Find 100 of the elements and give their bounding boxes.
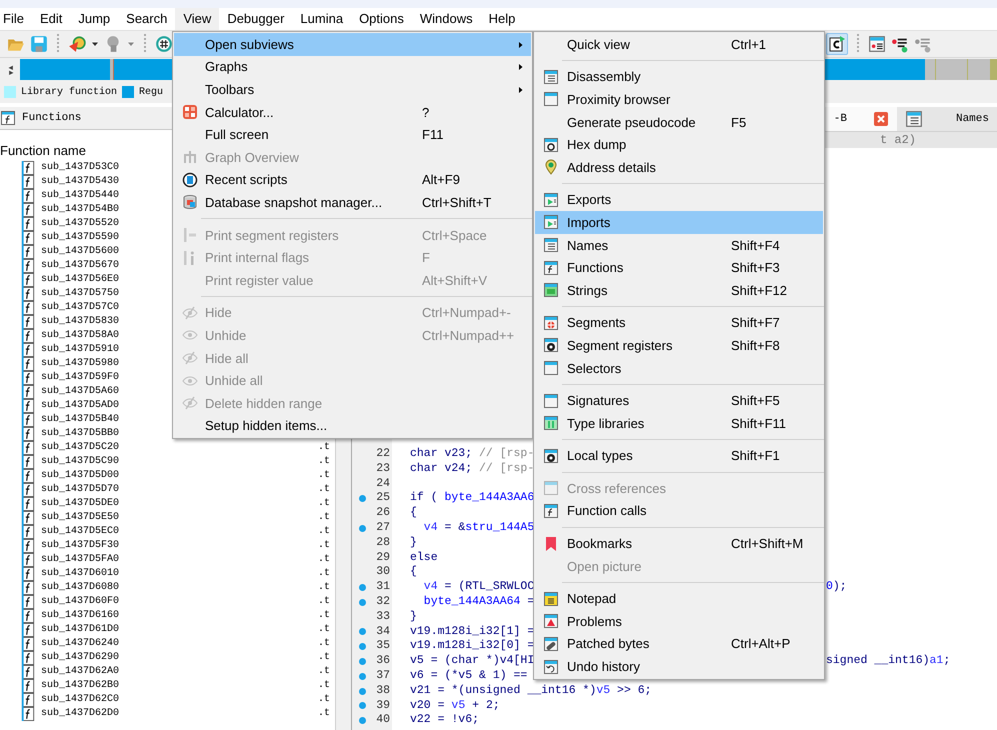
function-name[interactable]: sub_1437D60F0 [41, 595, 318, 609]
segment-cell: .t [318, 637, 330, 651]
function-name[interactable]: sub_1437D62C0 [41, 693, 318, 707]
menu-item[interactable]: Open subviews [174, 33, 531, 56]
shortcut-text: Shift+F5 [731, 393, 780, 408]
function-name[interactable]: sub_1437D62B0 [41, 679, 318, 693]
menu-item[interactable]: Patched bytes Ctrl+Alt+P [535, 632, 823, 656]
function-name[interactable]: sub_1437D5F30 [41, 539, 318, 553]
menu-bar-item[interactable]: File [0, 8, 32, 30]
code-line: else [410, 550, 438, 566]
menu-item[interactable]: Database snapshot manager... Ctrl+Shift+T [174, 191, 531, 214]
function-name[interactable]: sub_1437D5C90 [41, 455, 318, 469]
menu-item[interactable]: Selectors [535, 356, 823, 380]
menu-item[interactable]: Names Shift+F4 [535, 234, 823, 256]
target-arrow-icon[interactable] [68, 35, 86, 53]
code-header-text: t a2) [880, 133, 916, 147]
window-icon [543, 282, 559, 298]
function-name[interactable]: sub_1437D5E50 [41, 511, 318, 525]
menu-item[interactable]: Signatures Shift+F5 [535, 389, 823, 412]
menu-item[interactable]: Notepad [535, 587, 823, 610]
undo-icon [543, 658, 559, 675]
function-icon [20, 665, 36, 679]
menu-bar-item[interactable]: Search [118, 8, 176, 30]
menu-item[interactable]: Function calls [535, 500, 823, 522]
function-name[interactable]: sub_1437D62A0 [41, 665, 318, 679]
menu-bar-item[interactable]: Options [351, 8, 412, 30]
function-name[interactable]: sub_1437D5D00 [41, 469, 318, 483]
menu-bar-item[interactable]: Help [480, 8, 524, 30]
menu-item[interactable]: Segment registers Shift+F8 [535, 334, 823, 357]
menu-item[interactable]: Recent scripts Alt+F9 [174, 168, 531, 192]
window-icon [543, 91, 559, 108]
function-icon [20, 693, 36, 707]
save-icon[interactable] [30, 35, 48, 53]
menu-bar-item[interactable]: View [175, 8, 220, 30]
menu-item[interactable]: Undo history [535, 655, 823, 678]
shortcut-text: Shift+F8 [731, 338, 780, 353]
function-icon [20, 315, 36, 329]
menu-item[interactable]: Toolbars [174, 78, 531, 101]
menu-item[interactable]: Imports [535, 211, 823, 234]
shortcut-text: Shift+F1 [731, 448, 780, 464]
menu-item[interactable]: Setup hidden items... [174, 414, 531, 438]
menu-item[interactable]: Proximity browser [535, 88, 823, 111]
code-line: char v24; // [rsp- [410, 462, 534, 477]
menu-bar-item[interactable]: Windows [412, 8, 481, 30]
line-number: 29 [375, 550, 390, 566]
menu-item[interactable]: Strings Shift+F12 [535, 278, 823, 302]
function-name[interactable]: sub_1437D5C20 [41, 441, 318, 455]
panel-title: Functions [22, 112, 82, 124]
segment-cell: .t [318, 525, 330, 539]
menu-item[interactable]: Bookmarks Ctrl+Shift+M [535, 532, 823, 555]
line-number: 22 [375, 447, 390, 462]
code-line: if ( byte_144A3AA6 [410, 491, 534, 506]
shortcut-text: Shift+F3 [731, 260, 780, 276]
menu-bar-item[interactable]: Jump [70, 8, 118, 30]
menu-item[interactable]: Quick view Ctrl+1 [535, 33, 823, 56]
window-icon [543, 214, 559, 230]
function-name[interactable]: sub_1437D6010 [41, 567, 318, 581]
menu-item[interactable]: Graphs [174, 56, 531, 78]
menu-item[interactable]: Problems [535, 610, 823, 633]
menu-item[interactable]: Segments Shift+F7 [535, 312, 823, 334]
menu-item[interactable]: Calculator... ? [174, 100, 531, 124]
function-icon [20, 483, 36, 497]
menu-item[interactable]: Hex dump [535, 133, 823, 156]
bandage-icon [543, 636, 559, 652]
line-number: 33 [375, 610, 390, 625]
menu-item[interactable]: Disassembly [535, 66, 823, 88]
warning-icon [543, 613, 559, 630]
function-name[interactable]: sub_1437D5DE0 [41, 497, 318, 511]
tab[interactable]: Names [897, 107, 997, 131]
grid-circle-icon[interactable] [155, 35, 173, 53]
function-name[interactable]: sub_1437D6290 [41, 651, 318, 665]
function-name[interactable]: sub_1437D6080 [41, 581, 318, 595]
legend-label: Regu [139, 86, 164, 98]
menu-bar-item[interactable]: Debugger [219, 8, 292, 30]
shortcut-text: Ctrl+Shift+T [422, 194, 492, 210]
function-name[interactable]: sub_1437D5FA0 [41, 553, 318, 567]
function-name[interactable]: sub_1437D5EC0 [41, 525, 318, 539]
function-name[interactable]: sub_1437D6240 [41, 637, 318, 651]
shortcut-text: F [422, 250, 430, 266]
menu-item[interactable]: Type libraries Shift+F11 [535, 412, 823, 434]
menu-item[interactable]: Functions Shift+F3 [535, 256, 823, 279]
function-name[interactable]: sub_1437D61D0 [41, 623, 318, 637]
caret-icon[interactable] [91, 40, 99, 48]
menu-item[interactable]: Exports [535, 188, 823, 212]
menu-bar-item[interactable]: Lumina [292, 8, 352, 30]
close-icon[interactable] [873, 111, 889, 127]
menu-item[interactable]: Full screen F11 [174, 123, 531, 146]
function-icon [20, 651, 36, 665]
function-name[interactable]: sub_1437D62D0 [41, 707, 318, 721]
pin-icon [543, 159, 559, 176]
code-line: { [410, 565, 417, 580]
breakpoint-list-icon[interactable] [868, 35, 886, 53]
function-name[interactable]: sub_1437D5D70 [41, 483, 318, 497]
tab[interactable]: -B [826, 107, 897, 131]
menu-item[interactable]: Generate pseudocode F5 [535, 110, 823, 134]
menu-item[interactable]: Local types Shift+F1 [535, 444, 823, 468]
segment-cell: .t [318, 609, 330, 623]
menu-item[interactable]: Address details [535, 156, 823, 179]
menu-bar-item[interactable]: Edit [32, 8, 70, 30]
function-name[interactable]: sub_1437D6160 [41, 609, 318, 623]
